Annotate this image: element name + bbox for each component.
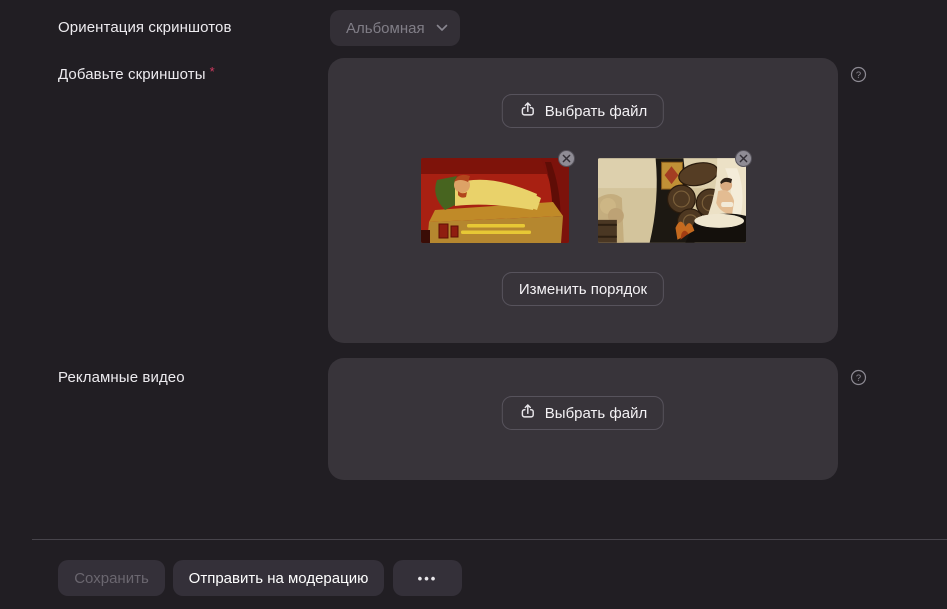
screenshots-label-text: Добавьте скриншоты xyxy=(58,66,206,83)
reorder-screenshots-button[interactable]: Изменить порядок xyxy=(501,272,665,306)
close-icon xyxy=(562,154,570,163)
more-actions-button[interactable]: ••• xyxy=(393,560,462,596)
videos-choose-file-button[interactable]: Выбрать файл xyxy=(501,396,665,430)
upload-icon xyxy=(519,402,537,424)
orientation-label-text: Ориентация скриншотов xyxy=(58,19,232,36)
screenshots-choose-file-button[interactable]: Выбрать файл xyxy=(501,94,665,128)
reorder-label: Изменить порядок xyxy=(518,280,648,298)
svg-text:?: ? xyxy=(855,69,860,80)
videos-label-text: Рекламные видео xyxy=(58,369,185,386)
upload-icon xyxy=(519,100,537,122)
choose-file-label: Выбрать файл xyxy=(544,404,648,422)
svg-text:?: ? xyxy=(855,372,860,383)
save-button[interactable]: Сохранить xyxy=(58,560,165,596)
screenshot-1-image xyxy=(420,158,569,243)
screenshots-upload-panel: Выбрать файл Изменить порядок xyxy=(328,58,838,343)
remove-screenshot-1-button[interactable] xyxy=(557,150,575,167)
question-mark-icon: ? xyxy=(850,66,866,82)
orientation-select-value: Альбомная xyxy=(346,19,425,37)
videos-label: Рекламные видео xyxy=(58,369,185,386)
orientation-select[interactable]: Альбомная xyxy=(330,10,460,46)
screenshot-thumbnails-row xyxy=(328,150,838,243)
screenshots-help-button[interactable]: ? xyxy=(849,65,867,83)
question-mark-icon: ? xyxy=(850,369,866,385)
required-mark: * xyxy=(209,64,215,79)
orientation-label: Ориентация скриншотов xyxy=(58,19,232,36)
screenshot-thumbnail-1[interactable] xyxy=(420,150,575,243)
screenshot-thumbnail-2[interactable] xyxy=(597,150,752,243)
videos-upload-panel: Выбрать файл xyxy=(328,358,838,480)
footer-divider xyxy=(32,539,947,540)
submit-for-moderation-button[interactable]: Отправить на модерацию xyxy=(173,560,384,596)
screenshots-label: Добавьте скриншоты * xyxy=(58,64,215,83)
chevron-down-icon xyxy=(436,19,448,37)
videos-help-button[interactable]: ? xyxy=(849,368,867,386)
app-publish-form: Ориентация скриншотов Альбомная Добавьте… xyxy=(0,0,947,609)
remove-screenshot-2-button[interactable] xyxy=(734,150,752,167)
choose-file-label: Выбрать файл xyxy=(544,102,648,120)
screenshot-2-image xyxy=(597,158,746,243)
close-icon xyxy=(739,154,747,163)
ellipsis-icon: ••• xyxy=(417,570,438,586)
